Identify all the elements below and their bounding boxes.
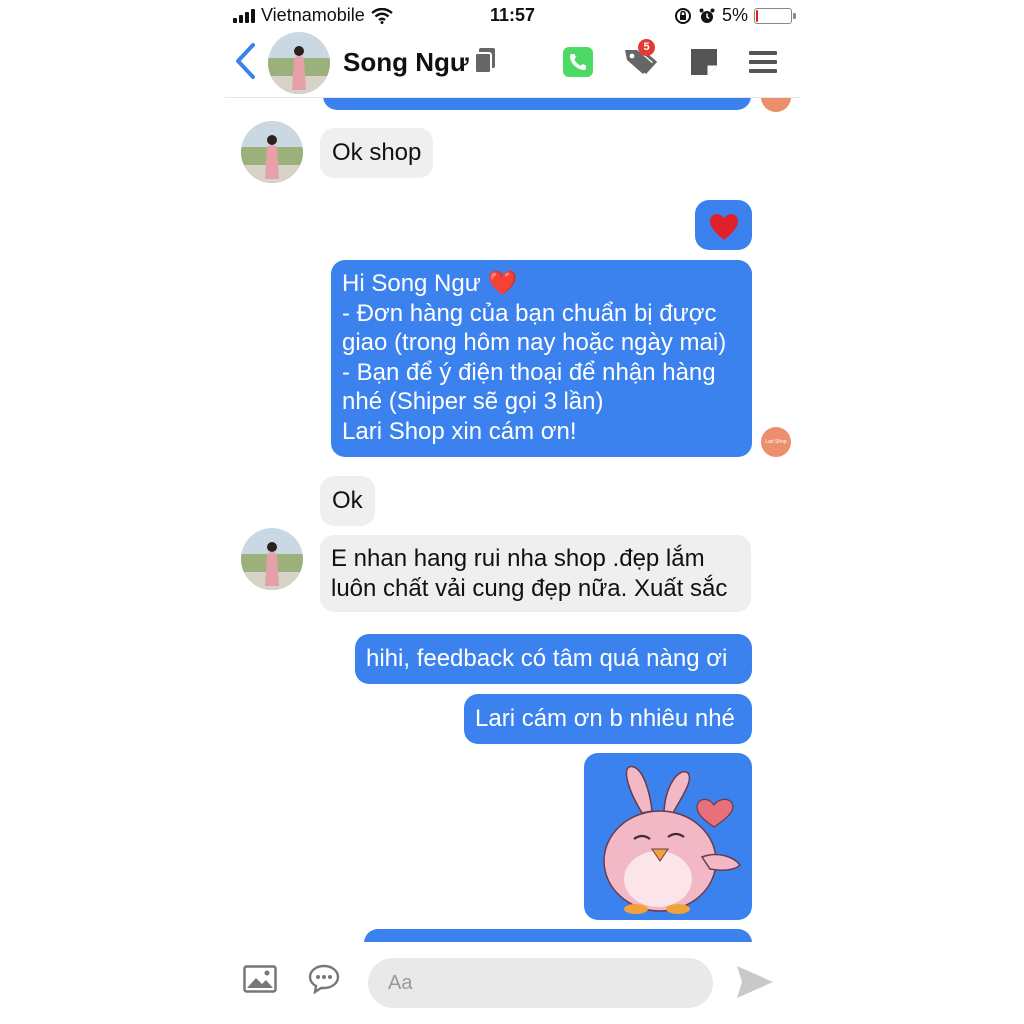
contact-avatar-small[interactable] [241, 528, 303, 590]
outgoing-message[interactable]: Lari cám ơn b nhiêu nhé [464, 694, 752, 744]
outgoing-message[interactable]: hihi, feedback có tâm quá nàng ơi [355, 634, 752, 684]
message-text: Lari cám ơn b nhiêu nhé [475, 705, 735, 732]
incoming-message[interactable]: Ok shop [320, 128, 434, 178]
outgoing-heart-message[interactable]: ❤️ [695, 200, 752, 250]
message-line: - Đơn hàng của bạn chuẩn bị được [342, 299, 717, 327]
status-right: 5% [674, 5, 796, 26]
menu-icon[interactable] [747, 46, 779, 78]
sticker-message[interactable] [584, 753, 752, 920]
message-thread[interactable]: Ok shop ❤️ Hi Song Ngư ❤️ - Đơn hàng của… [225, 98, 800, 942]
copy-icon[interactable] [473, 47, 497, 75]
send-icon[interactable] [735, 964, 775, 1000]
chat-bubble-icon[interactable] [308, 964, 340, 994]
message-text: hihi, feedback có tâm quá nàng ơi [366, 645, 728, 672]
shop-avatar [761, 98, 791, 112]
note-icon[interactable] [688, 46, 720, 78]
message-line: nhé (Shiper sẽ gọi 3 lần) [342, 388, 604, 415]
message-line: luôn chất vải cung đẹp nữa. Xuất sắc [331, 574, 728, 602]
message-bubble-partial[interactable] [364, 929, 752, 942]
battery-percent: 5% [721, 5, 748, 25]
contact-avatar-small[interactable] [241, 121, 303, 183]
message-text: Ok [332, 487, 363, 514]
message-line: Hi Song Ngư ❤️ [342, 270, 518, 297]
battery-icon [754, 7, 796, 24]
shop-avatar: Lari Shop [761, 427, 791, 457]
back-chevron-icon[interactable] [233, 42, 259, 80]
contact-name[interactable]: Song Ngư [343, 47, 469, 78]
contact-avatar[interactable] [268, 32, 330, 94]
status-bar: Vietnamobile 11:57 5% [225, 0, 800, 30]
battery-level [756, 9, 758, 22]
message-text: Ok shop [332, 139, 422, 166]
message-bubble-partial[interactable] [323, 98, 751, 110]
outgoing-message[interactable]: Hi Song Ngư ❤️ - Đơn hàng của bạn chuẩn … [331, 260, 752, 457]
message-line: E nhan hang rui nha shop .đẹp lắm [331, 545, 705, 572]
image-icon[interactable] [243, 965, 277, 993]
rotation-lock-icon [674, 7, 691, 24]
chat-header: Song Ngư 5 [225, 30, 800, 98]
heart-emoji [709, 210, 739, 241]
incoming-message[interactable]: E nhan hang rui nha shop .đẹp lắm luôn c… [320, 535, 751, 612]
message-input[interactable] [368, 958, 713, 1008]
message-line: Lari Shop xin cám ơn! [342, 417, 577, 445]
incoming-message[interactable]: Ok [320, 476, 375, 526]
notification-badge: 5 [638, 39, 655, 56]
alarm-icon [699, 8, 715, 23]
messenger-screen: Vietnamobile 11:57 5% Song Ngư 5 Ok shop… [225, 0, 800, 1024]
pink-bird-sticker [603, 765, 741, 914]
message-line: - Bạn để ý điện thoại để nhận hàng [342, 358, 716, 386]
message-line: giao (trong hôm nay hoặc ngày mai) [342, 329, 727, 356]
phone-icon[interactable] [562, 46, 594, 78]
message-composer [225, 942, 800, 1024]
